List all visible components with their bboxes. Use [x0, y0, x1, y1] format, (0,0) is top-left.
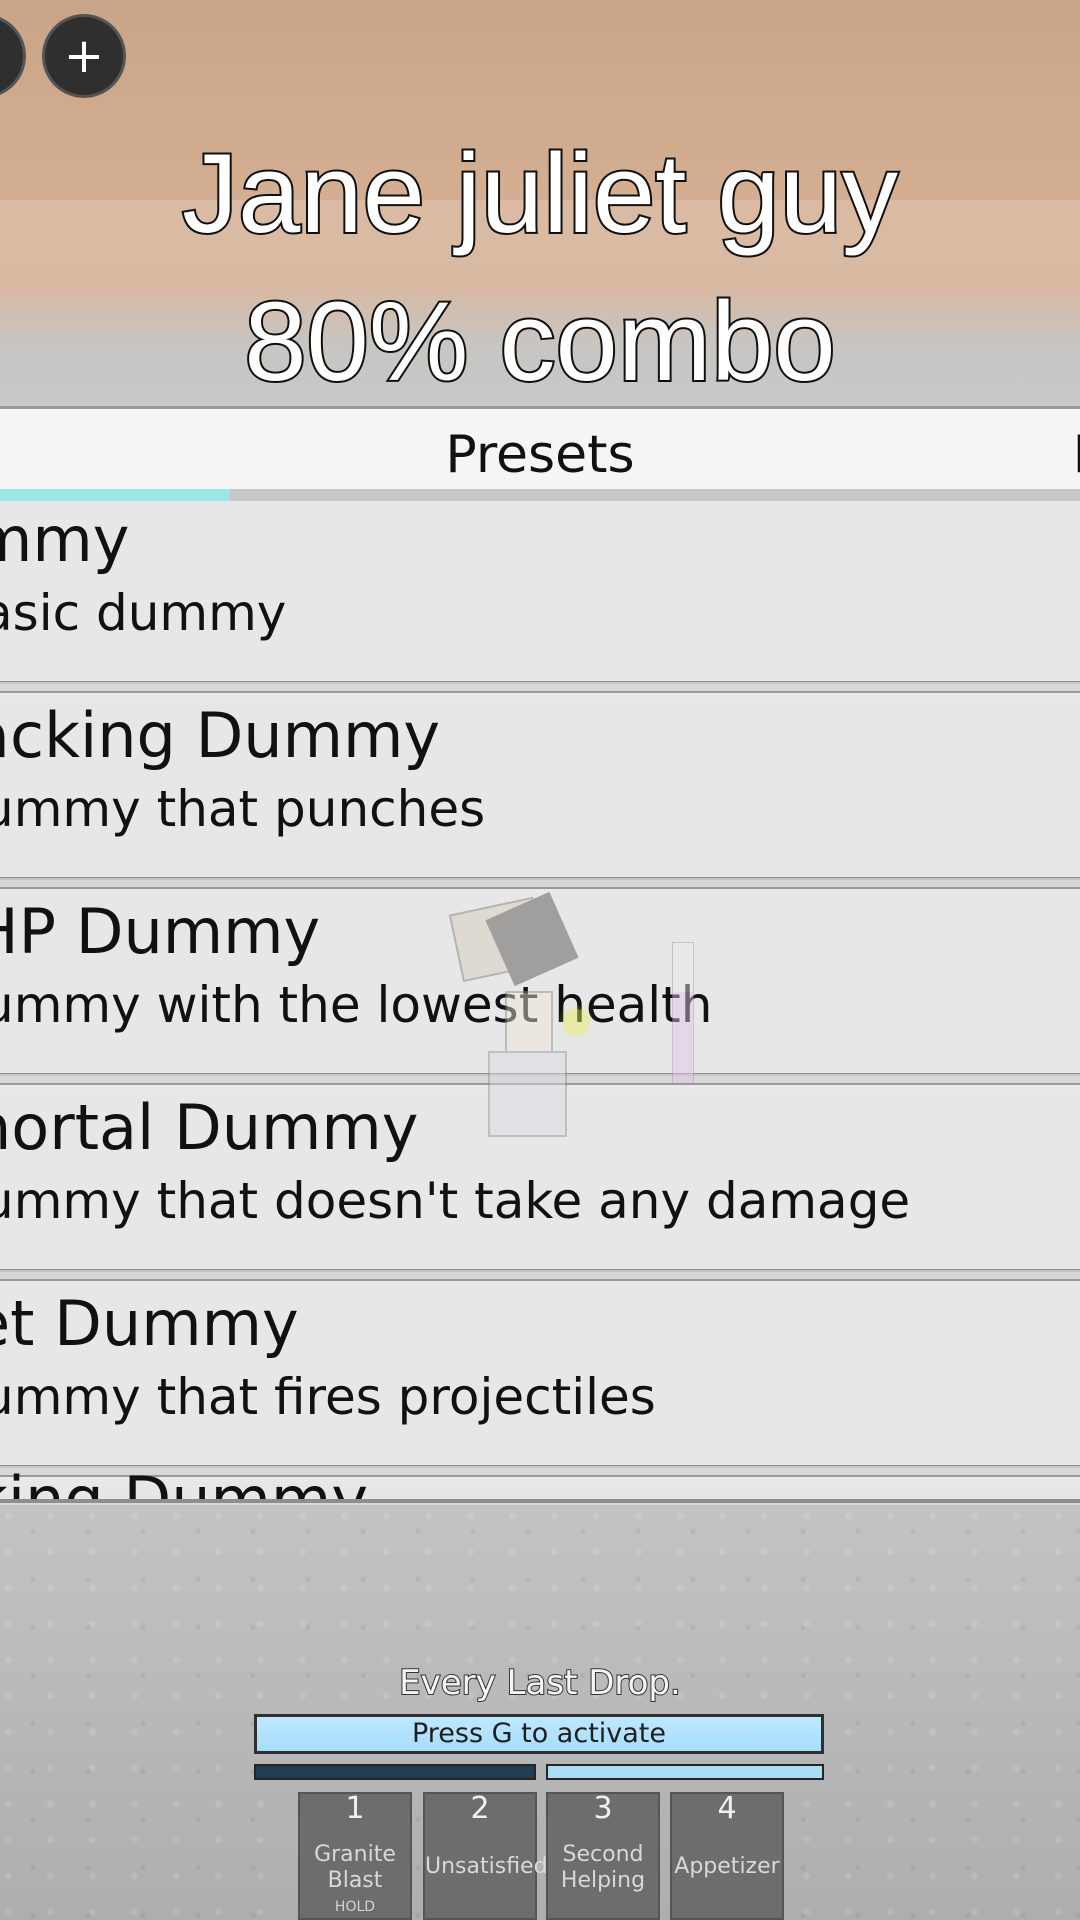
- slot-label: Unsatisfied: [425, 1854, 548, 1879]
- slot-label: Appetizer: [674, 1854, 780, 1879]
- ability-slot-1[interactable]: 1 Granite Blast HOLD: [298, 1792, 412, 1920]
- player-character: [445, 891, 694, 1137]
- ultimate-name: Every Last Drop.: [398, 1662, 682, 1704]
- slot-number: 3: [593, 1791, 613, 1826]
- item-name: mmy: [0, 503, 130, 576]
- item-name: acking Dummy: [0, 699, 441, 772]
- slot-number: 4: [717, 1791, 737, 1826]
- item-description: ummy that fires projectiles: [0, 1368, 656, 1426]
- caption-line-2: 80% combo: [242, 277, 837, 406]
- list-item[interactable]: mmy asic dummy: [0, 501, 1080, 693]
- slot-number: 2: [470, 1791, 490, 1826]
- game-scene: + Jane juliet guy 80% combo Presets P mm…: [0, 0, 1080, 1920]
- list-item[interactable]: acking Dummy ummy that punches: [0, 697, 1080, 889]
- energy-meter-right: [546, 1764, 824, 1780]
- item-name: king Dummy: [0, 1465, 368, 1500]
- tab-next-partial[interactable]: P: [1073, 423, 1080, 487]
- character-legs: [488, 1051, 567, 1137]
- item-name: et Dummy: [0, 1287, 299, 1360]
- character-body: [505, 991, 553, 1057]
- item-description: ummy that punches: [0, 780, 486, 838]
- slot-hold-label: HOLD: [334, 1899, 376, 1915]
- list-item-partial[interactable]: king Dummy: [0, 1465, 1080, 1499]
- partial-button-icon[interactable]: [0, 14, 26, 98]
- list-item[interactable]: et Dummy ummy that fires projectiles: [0, 1285, 1080, 1477]
- item-description: asic dummy: [0, 584, 287, 642]
- ability-slot-4[interactable]: 4 Appetizer: [670, 1792, 784, 1920]
- activate-bar[interactable]: Press G to activate: [254, 1714, 824, 1754]
- item-name: nortal Dummy: [0, 1091, 419, 1164]
- slot-number: 1: [345, 1791, 365, 1826]
- ability-slot-2[interactable]: 2 Unsatisfied: [423, 1791, 548, 1920]
- caption-line-1: Jane juliet guy: [180, 129, 900, 258]
- ability-slot-3[interactable]: 3 Second Helping: [546, 1792, 660, 1920]
- plus-icon: +: [63, 28, 105, 84]
- overlay-caption: Jane juliet guy 80% combo: [0, 120, 1080, 416]
- plus-button[interactable]: +: [42, 14, 126, 98]
- tab-presets[interactable]: Presets: [0, 423, 1080, 487]
- item-description: ummy that doesn't take any damage: [0, 1172, 911, 1230]
- ability-glow: [563, 1009, 589, 1035]
- tab-bar: Presets P: [0, 409, 1080, 501]
- slot-label: Granite Blast: [314, 1842, 396, 1893]
- ability-hud: Every Last Drop. Press G to activate 1 G…: [0, 1650, 1080, 1920]
- active-tab-indicator: [0, 489, 230, 501]
- energy-meter-left: [254, 1764, 536, 1780]
- character-health-bar: [672, 942, 694, 1084]
- top-controls: +: [0, 14, 140, 104]
- activate-text: Press G to activate: [411, 1718, 667, 1749]
- ability-slots: 1 Granite Blast HOLD 2 Unsatisfied 3 Sec…: [298, 1792, 788, 1920]
- item-name: HP Dummy: [0, 895, 321, 968]
- slot-label: Second Helping: [560, 1842, 646, 1893]
